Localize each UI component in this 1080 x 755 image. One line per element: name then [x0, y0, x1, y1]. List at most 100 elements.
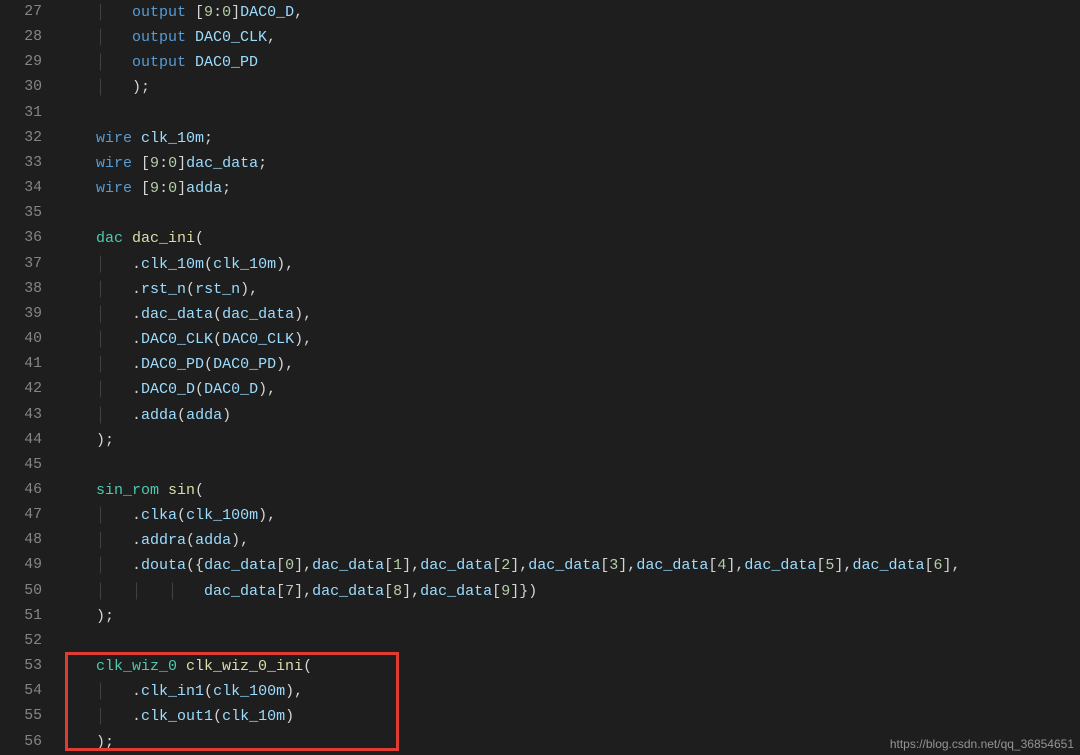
line-number: 49 — [0, 553, 42, 578]
code-token: [ — [492, 583, 501, 600]
line-number: 41 — [0, 352, 42, 377]
line-number: 44 — [0, 428, 42, 453]
code-line[interactable]: clk_wiz_0 clk_wiz_0_ini( — [60, 654, 1080, 679]
code-token: dac_data — [186, 155, 258, 172]
code-line[interactable]: │ .DAC0_CLK(DAC0_CLK), — [60, 327, 1080, 352]
code-token: ( — [195, 381, 204, 398]
code-line[interactable] — [60, 201, 1080, 226]
code-token: : — [213, 4, 222, 21]
line-number: 32 — [0, 126, 42, 151]
code-token: ), — [240, 281, 258, 298]
code-token: ({ — [186, 557, 204, 574]
code-line[interactable]: wire [9:0]adda; — [60, 176, 1080, 201]
code-token: [ — [384, 583, 393, 600]
code-token: dac_data — [636, 557, 708, 574]
code-line[interactable]: │ .clka(clk_100m), — [60, 503, 1080, 528]
code-line[interactable] — [60, 453, 1080, 478]
code-line[interactable] — [60, 101, 1080, 126]
code-line[interactable]: wire [9:0]dac_data; — [60, 151, 1080, 176]
code-token: : — [159, 180, 168, 197]
code-token: ], — [834, 557, 852, 574]
code-line[interactable]: dac dac_ini( — [60, 226, 1080, 251]
code-line[interactable]: │ .adda(adda) — [60, 403, 1080, 428]
code-token: dac_data — [852, 557, 924, 574]
code-token: ( — [186, 532, 195, 549]
code-token: output — [132, 4, 195, 21]
code-line[interactable] — [60, 629, 1080, 654]
code-line[interactable]: │ .clk_out1(clk_10m) — [60, 704, 1080, 729]
code-token: clk_wiz_0_ini — [186, 658, 303, 675]
line-number: 29 — [0, 50, 42, 75]
code-token: ) — [285, 708, 294, 725]
code-line[interactable]: ); — [60, 604, 1080, 629]
code-token: : — [159, 155, 168, 172]
code-line[interactable]: │ output DAC0_PD — [60, 50, 1080, 75]
code-token — [60, 658, 96, 675]
code-token: │ — [60, 306, 132, 323]
line-number: 38 — [0, 277, 42, 302]
code-line[interactable]: │ .DAC0_PD(DAC0_PD), — [60, 352, 1080, 377]
code-line[interactable]: │ .clk_10m(clk_10m), — [60, 252, 1080, 277]
code-token — [60, 130, 96, 147]
line-number: 28 — [0, 25, 42, 50]
code-token: , — [267, 29, 276, 46]
code-token: DAC0_PD — [141, 356, 204, 373]
code-line[interactable]: │ .rst_n(rst_n), — [60, 277, 1080, 302]
line-number: 43 — [0, 403, 42, 428]
code-editor[interactable]: 2728293031323334353637383940414243444546… — [0, 0, 1080, 755]
code-token: DAC0_CLK — [222, 331, 294, 348]
line-number: 45 — [0, 453, 42, 478]
code-token: adda — [186, 407, 222, 424]
code-token: clk_100m — [186, 507, 258, 524]
code-area[interactable]: │ output [9:0]DAC0_D, │ output DAC0_CLK,… — [60, 0, 1080, 755]
code-token: dac_ini — [132, 230, 195, 247]
code-token: ( — [186, 281, 195, 298]
code-token: ); — [96, 432, 114, 449]
line-number: 34 — [0, 176, 42, 201]
code-token: . — [132, 683, 141, 700]
code-token: 0 — [168, 180, 177, 197]
code-token: clk_out1 — [141, 708, 213, 725]
code-token: ), — [231, 532, 249, 549]
code-token: wire — [96, 180, 141, 197]
code-token: 0 — [285, 557, 294, 574]
code-line[interactable]: │ .douta({dac_data[0],dac_data[1],dac_da… — [60, 553, 1080, 578]
code-line[interactable]: wire clk_10m; — [60, 126, 1080, 151]
code-line[interactable]: │ output [9:0]DAC0_D, — [60, 0, 1080, 25]
code-token: adda — [195, 532, 231, 549]
code-token: ), — [258, 381, 276, 398]
code-token: ]}) — [510, 583, 537, 600]
line-number: 51 — [0, 604, 42, 629]
code-line[interactable]: │ .addra(adda), — [60, 528, 1080, 553]
code-token: │ — [60, 507, 132, 524]
code-line[interactable]: ); — [60, 428, 1080, 453]
code-token: │ — [60, 79, 132, 96]
code-token: ( — [204, 356, 213, 373]
code-line[interactable]: sin_rom sin( — [60, 478, 1080, 503]
code-token: 2 — [501, 557, 510, 574]
code-token: [ — [708, 557, 717, 574]
code-token: ( — [213, 331, 222, 348]
code-line[interactable]: │ .DAC0_D(DAC0_D), — [60, 377, 1080, 402]
code-token: addra — [141, 532, 186, 549]
code-token: clka — [141, 507, 177, 524]
line-number: 40 — [0, 327, 42, 352]
code-token: │ — [60, 683, 132, 700]
code-token: . — [132, 708, 141, 725]
code-line[interactable]: │ ); — [60, 75, 1080, 100]
code-token: [ — [276, 557, 285, 574]
code-token: douta — [141, 557, 186, 574]
code-token: ] — [177, 155, 186, 172]
code-token — [60, 482, 96, 499]
code-token: ], — [726, 557, 744, 574]
code-token: 7 — [285, 583, 294, 600]
code-line[interactable]: │ .dac_data(dac_data), — [60, 302, 1080, 327]
code-line[interactable]: │ │ │ dac_data[7],dac_data[8],dac_data[9… — [60, 579, 1080, 604]
code-token: ], — [510, 557, 528, 574]
watermark: https://blog.csdn.net/qq_36854651 — [890, 737, 1074, 751]
code-line[interactable]: │ output DAC0_CLK, — [60, 25, 1080, 50]
code-token: ] — [177, 180, 186, 197]
code-line[interactable]: │ .clk_in1(clk_100m), — [60, 679, 1080, 704]
code-token: clk_wiz_0 — [96, 658, 186, 675]
code-token: ( — [204, 256, 213, 273]
